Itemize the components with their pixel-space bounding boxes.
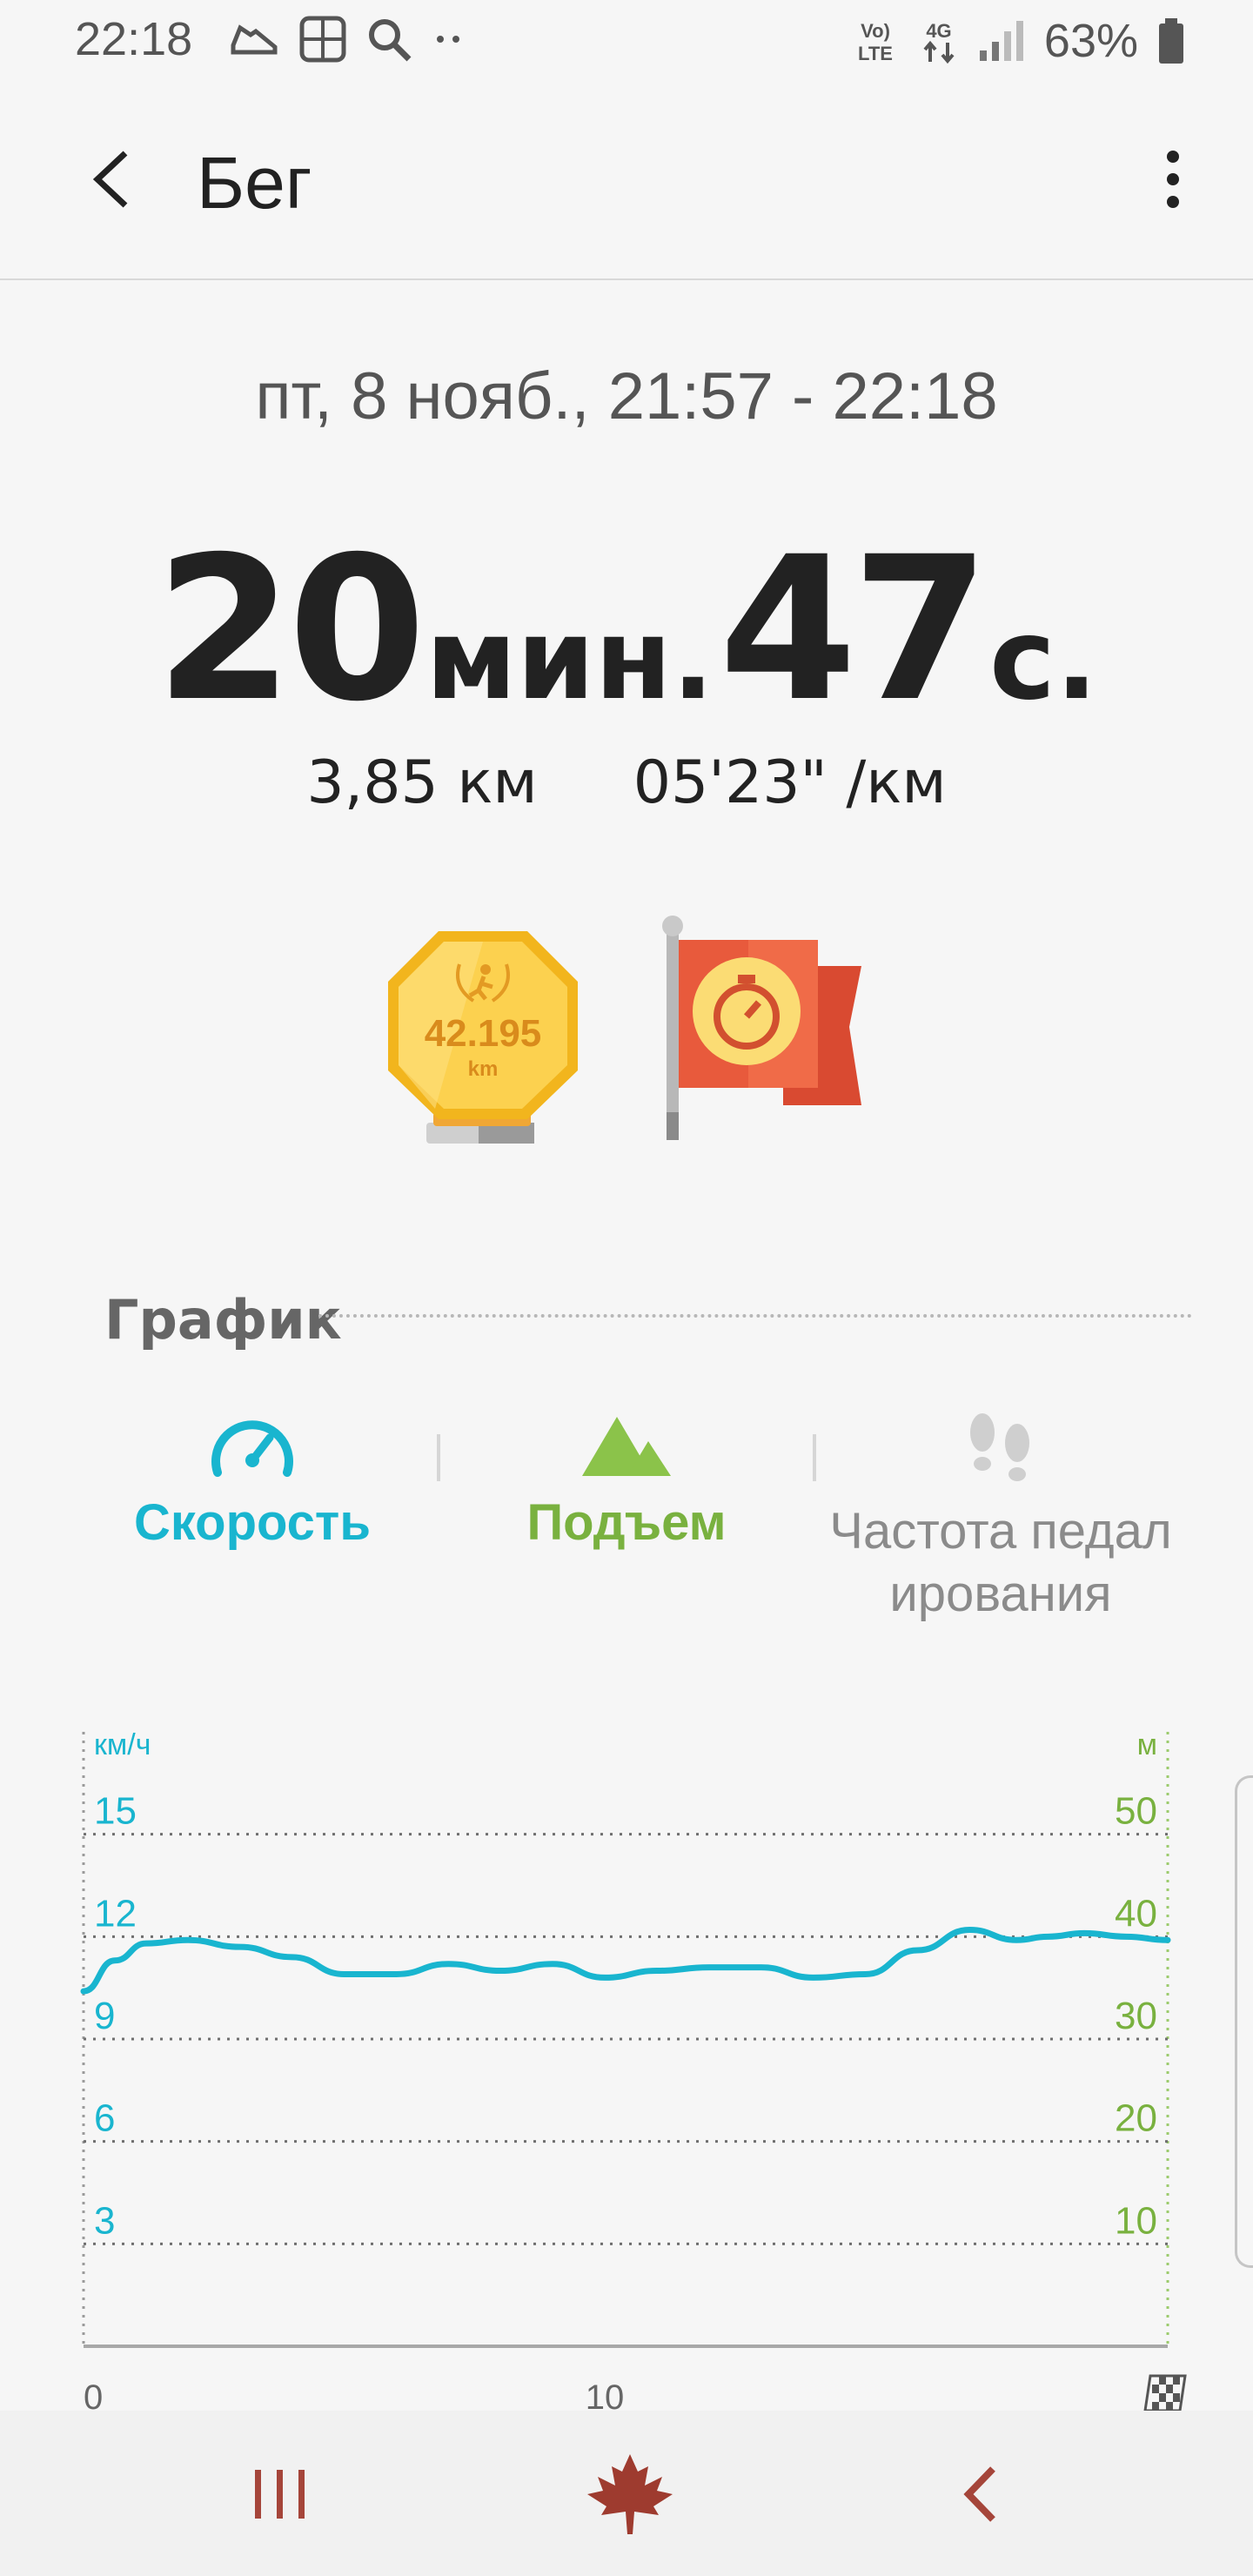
svg-text:LTE: LTE xyxy=(858,43,893,64)
recent-apps-button[interactable] xyxy=(211,2442,350,2546)
recent-apps-icon xyxy=(255,2470,305,2519)
y-left-unit-label: км/ч xyxy=(94,1728,151,1761)
search-icon xyxy=(369,19,412,62)
section-title: График xyxy=(104,1288,342,1352)
grid-icon xyxy=(299,16,346,63)
page-title: Бег xyxy=(197,142,312,224)
battery-icon xyxy=(1159,18,1183,64)
duration-minutes-unit: мин. xyxy=(425,595,714,725)
more-options-button[interactable] xyxy=(1138,138,1208,221)
volte-icon: Vo)LTE xyxy=(858,20,893,64)
shoe-icon xyxy=(231,24,278,55)
y-right-unit-label: м xyxy=(1137,1728,1157,1761)
status-bar: 22:18 Vo) LTE 4G 63% xyxy=(0,0,1253,84)
nav-back-icon xyxy=(963,2466,995,2522)
tab-elevation[interactable]: Подъем xyxy=(435,1410,818,1654)
maple-leaf-icon xyxy=(587,2454,673,2534)
more-vert-icon xyxy=(1167,151,1179,208)
status-time: 22:18 xyxy=(75,13,193,65)
duration-minutes: 20 xyxy=(155,513,425,745)
speed-chart: 15 50 12 40 9 30 6 20 3 10 км/ч м 0 10 xyxy=(0,1714,1253,2428)
signal-icon xyxy=(979,21,1023,61)
section-divider xyxy=(318,1314,1192,1318)
checkered-flag-icon xyxy=(1143,2374,1187,2412)
workout-date-range: пт, 8 нояб., 21:57 - 22:18 xyxy=(255,359,998,433)
duration-seconds-unit: с. xyxy=(989,595,1098,725)
back-button[interactable] xyxy=(70,138,153,221)
medal-value: 42.195 xyxy=(425,1012,542,1055)
mountain-icon xyxy=(582,1417,671,1476)
y-left-tick-label: 9 xyxy=(94,1995,115,2037)
workout-duration: 20 мин. 47 с. xyxy=(0,513,1253,745)
y-right-tick-label: 50 xyxy=(1115,1790,1157,1833)
speed-chart-svg: 15 5012 409 306 203 10км/ч м0 10 xyxy=(80,1728,1187,2417)
y-right-tick-label: 30 xyxy=(1115,1995,1157,2037)
y-left-tick-label: 12 xyxy=(94,1892,137,1935)
tab-elevation-label: Подъем xyxy=(526,1494,727,1551)
workout-stats: 3,85 км 05'23" /км xyxy=(0,748,1253,817)
home-button[interactable] xyxy=(560,2442,700,2546)
distance-value: 3,85 км xyxy=(306,748,538,817)
app-bar: Бег xyxy=(0,84,1253,280)
nav-back-button[interactable] xyxy=(910,2442,1049,2546)
svg-text:Vo): Vo) xyxy=(861,20,890,42)
y-right-tick-label: 20 xyxy=(1115,2097,1157,2140)
speedometer-icon xyxy=(211,1420,293,1477)
y-left-tick-label: 3 xyxy=(94,2199,115,2242)
y-left-tick-label: 6 xyxy=(94,2097,115,2140)
4g-icon: 4G xyxy=(923,20,955,64)
more-dots-icon xyxy=(437,36,459,43)
tab-speed-label: Скорость xyxy=(134,1494,371,1551)
scrollbar[interactable] xyxy=(1235,1775,1253,2268)
duration-seconds: 47 xyxy=(719,513,989,745)
pace-value: 05'23" /км xyxy=(633,748,947,817)
arrow-left-icon xyxy=(92,151,128,208)
svg-text:4G: 4G xyxy=(926,20,951,42)
chart-tabs: Скорость Подъем Частота педал ирования xyxy=(61,1410,1209,1654)
footsteps-icon xyxy=(970,1413,1029,1481)
tab-cadence-label: Частота педал ирования xyxy=(829,1503,1172,1622)
battery-percent: 63% xyxy=(1043,15,1138,67)
tab-speed[interactable]: Скорость xyxy=(61,1410,444,1654)
tab-cadence[interactable]: Частота педал ирования xyxy=(809,1410,1192,1654)
speed-series-line xyxy=(80,1926,1171,1995)
achievement-badges: 42.195 km xyxy=(0,914,1253,1149)
record-flag-badge[interactable] xyxy=(644,914,870,1149)
chart-section-header: График xyxy=(104,1288,1192,1358)
y-left-tick-label: 15 xyxy=(94,1790,137,1833)
y-right-tick-label: 40 xyxy=(1115,1892,1157,1935)
y-right-tick-label: 10 xyxy=(1115,2199,1157,2242)
medal-unit: km xyxy=(468,1057,499,1081)
system-navbar xyxy=(0,2411,1253,2576)
marathon-medal-badge[interactable]: 42.195 km xyxy=(383,926,583,1149)
